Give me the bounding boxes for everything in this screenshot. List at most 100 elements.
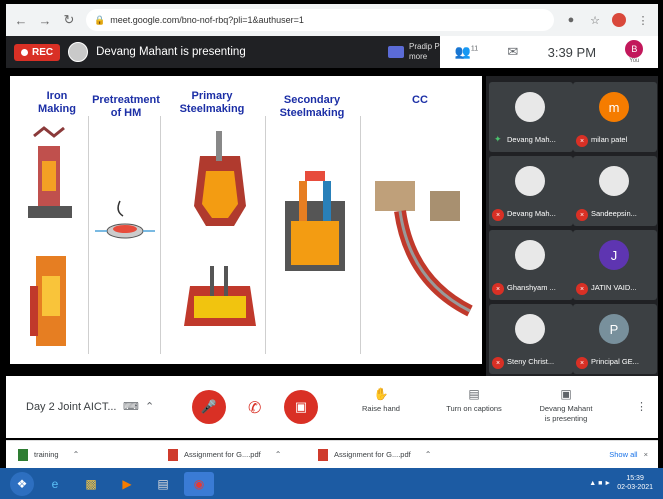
captions-button[interactable]: ▤ Turn on captions	[434, 386, 514, 414]
close-icon[interactable]: ×	[644, 450, 658, 459]
participant-name: Devang Mah...	[507, 135, 556, 144]
hangup-icon[interactable]: ✆	[248, 398, 261, 418]
mic-off-icon: ×	[576, 357, 588, 369]
participant-name: Steny Christ...	[507, 357, 555, 366]
people-icon[interactable]: 👥11	[455, 44, 478, 60]
participant-avatar	[515, 314, 545, 344]
system-tray: ▲ ■ ► 15:39 02-03-2021	[589, 475, 663, 492]
mic-toggle-button[interactable]: 🎤	[192, 390, 226, 424]
participant-name: Sandeepsin...	[591, 209, 637, 218]
star-icon[interactable]: ☆	[588, 14, 602, 27]
browser-toolbar: ← → ↻ 🔒 meet.google.com/bno-nof-rbq?pli=…	[6, 4, 658, 36]
tray-time: 15:39	[626, 475, 644, 483]
presentation-slide: Iron Making Pretreatment of HM Primary S…	[10, 76, 482, 364]
meet-controls: Day 2 Joint AICT... ⌨ ⌃ 🎤 ✆ ▣ ✋ Raise ha…	[6, 376, 658, 438]
folder-icon[interactable]: ▩	[76, 472, 106, 496]
download-item[interactable]: training ⌃	[6, 448, 156, 461]
slide-divider	[360, 116, 361, 354]
tray-date: 02-03-2021	[617, 483, 653, 491]
self-view[interactable]: B You	[625, 40, 644, 64]
meet-header: REC Devang Mahant is presenting Pradip P…	[6, 36, 486, 68]
captions-icon: ▤	[468, 387, 480, 401]
pdf-file-icon	[318, 448, 328, 461]
converter-illustration	[184, 131, 256, 326]
extension-icon[interactable]	[612, 13, 626, 27]
participant-tile[interactable]: m × milan patel	[573, 82, 657, 152]
chevron-up-icon[interactable]: ⌃	[145, 400, 154, 413]
participant-tile[interactable]: ✦ Devang Mah...	[489, 82, 573, 152]
show-all-link[interactable]: Show all	[609, 450, 643, 459]
start-button[interactable]: ❖	[10, 471, 34, 496]
camera-icon[interactable]: ●	[564, 14, 578, 26]
participant-tile[interactable]: J × JATIN VAID...	[573, 230, 657, 300]
participant-name: Devang Mah...	[507, 209, 556, 218]
mic-off-icon: ×	[492, 283, 504, 295]
chevron-up-icon[interactable]: ⌃	[73, 450, 80, 459]
record-dot-icon	[21, 48, 28, 56]
slide-divider	[160, 116, 161, 354]
download-name: Assignment for G....pdf	[184, 450, 261, 459]
camera-toggle-button[interactable]: ▣	[284, 390, 318, 424]
mic-off-icon: ×	[492, 209, 504, 221]
lock-icon: 🔒	[94, 14, 106, 25]
participant-avatar	[599, 166, 629, 196]
participant-avatar: P	[599, 314, 629, 344]
ladle-illustration	[95, 200, 155, 239]
degasser-illustration	[285, 171, 345, 271]
captions-label: Turn on captions	[446, 404, 502, 414]
chat-icon[interactable]: ✉	[507, 44, 518, 60]
address-bar[interactable]: 🔒 meet.google.com/bno-nof-rbq?pli=1&auth…	[86, 9, 554, 31]
mic-off-icon: ×	[492, 357, 504, 369]
download-name: Assignment for G....pdf	[334, 450, 411, 459]
meeting-name[interactable]: Day 2 Joint AICT...	[26, 401, 116, 413]
ie-icon[interactable]: e	[40, 472, 70, 496]
notepad-icon[interactable]: ▤	[148, 472, 178, 496]
slide-col-title: Pretreatment of HM	[92, 94, 160, 120]
tray-icons[interactable]: ▲ ■ ►	[589, 480, 611, 487]
download-item[interactable]: Assignment for G....pdf ⌃	[156, 448, 306, 461]
participant-avatar	[515, 166, 545, 196]
slide-col-title: Secondary Steelmaking	[279, 94, 345, 120]
self-avatar: B	[625, 40, 644, 58]
recording-label: REC	[32, 46, 54, 58]
mic-off-icon: ×	[576, 135, 588, 147]
slide-divider	[265, 116, 266, 354]
raise-hand-label: Raise hand	[362, 404, 400, 414]
keyboard-icon[interactable]: ⌨	[123, 400, 139, 413]
participant-tile[interactable]: × Devang Mah...	[489, 156, 573, 226]
speaking-icon: ✦	[494, 134, 502, 144]
slide-col-title: Primary Steelmaking	[179, 90, 245, 116]
meet-top-right-bar: 👥11 ✉ 3:39 PM B You	[440, 36, 658, 68]
participant-tile[interactable]: × Sandeepsin...	[573, 156, 657, 226]
participant-name: JATIN VAID...	[591, 283, 637, 292]
caster-illustration	[375, 181, 473, 317]
participant-avatar: m	[599, 92, 629, 122]
participant-avatar	[515, 240, 545, 270]
url-text: meet.google.com/bno-nof-rbq?pli=1&authus…	[110, 15, 304, 25]
participant-tile[interactable]: × Ghanshyam ...	[489, 230, 573, 300]
back-icon[interactable]: ←	[14, 13, 28, 28]
download-item[interactable]: Assignment for G....pdf ⌃	[306, 448, 456, 461]
forward-icon[interactable]: →	[38, 13, 52, 28]
participant-tile[interactable]: P × Principal GE...	[573, 304, 657, 374]
downloads-bar: training ⌃ Assignment for G....pdf ⌃ Ass…	[6, 440, 658, 468]
participant-name: Ghanshyam ...	[507, 283, 556, 292]
chevron-up-icon[interactable]: ⌃	[425, 450, 432, 459]
hand-icon: ✋	[373, 387, 389, 401]
others-thumbnail	[388, 46, 404, 58]
presenting-button[interactable]: ▣ Devang Mahant is presenting	[526, 386, 606, 424]
participant-name: milan patel	[591, 135, 628, 144]
more-options-icon[interactable]: ⋮	[636, 400, 647, 413]
chevron-up-icon[interactable]: ⌃	[275, 450, 282, 459]
raise-hand-button[interactable]: ✋ Raise hand	[341, 386, 421, 414]
presenting-line1: Devang Mahant	[539, 404, 593, 414]
reload-icon[interactable]: ↻	[62, 12, 76, 28]
chrome-icon[interactable]: ◉	[184, 471, 214, 496]
ppt-file-icon	[18, 448, 28, 461]
mic-off-icon: ×	[576, 283, 588, 295]
tray-clock[interactable]: 15:39 02-03-2021	[617, 475, 653, 492]
media-player-icon[interactable]: ▶	[112, 472, 142, 496]
presenter-avatar	[68, 42, 89, 62]
participant-tile[interactable]: × Steny Christ...	[489, 304, 573, 374]
menu-icon[interactable]: ⋮	[636, 14, 650, 27]
